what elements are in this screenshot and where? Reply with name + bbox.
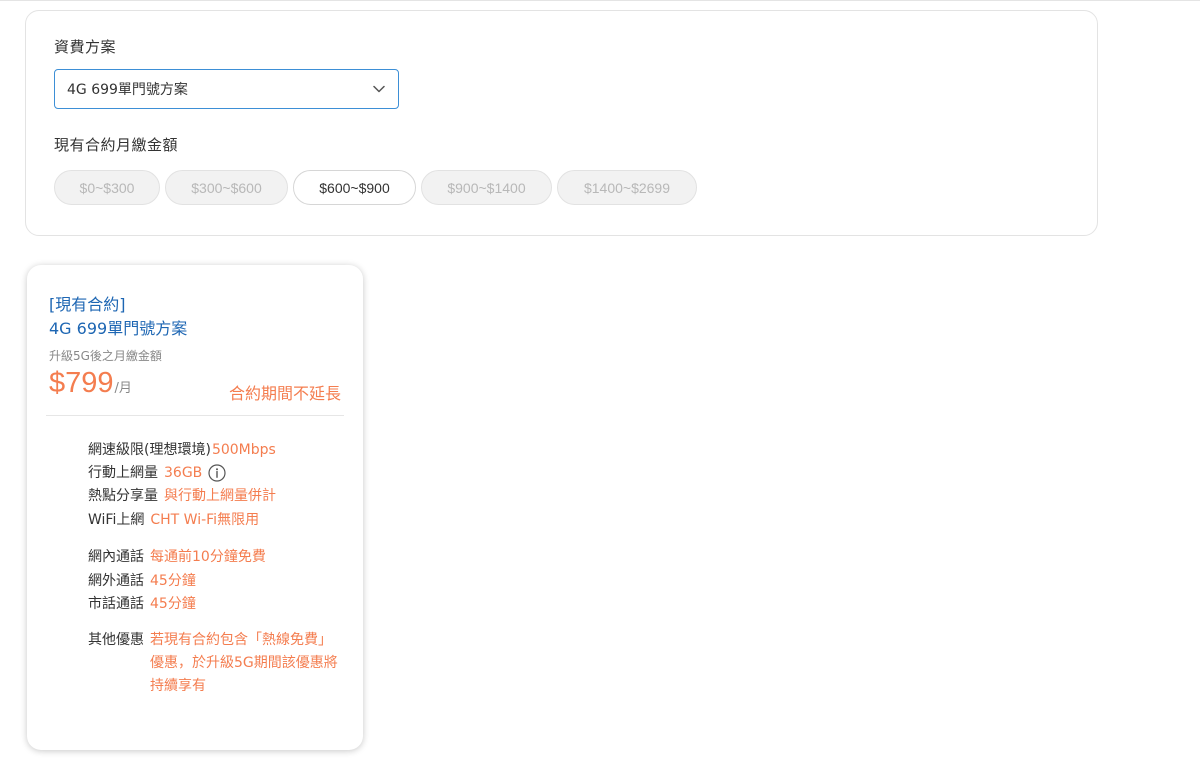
price: $799 /月 [49, 367, 132, 400]
feature-value: 與行動上網量併計 [164, 488, 276, 504]
feature-value: 45分鐘 [150, 596, 196, 612]
feature-label: WiFi上網 [88, 512, 145, 528]
feature-offnet-call: 網外通話 45分鐘 [88, 570, 196, 593]
feature-value: 500Mbps [211, 442, 276, 458]
range-900-1400-button[interactable]: $900~$1400 [421, 170, 552, 205]
price-amount: $799 [49, 367, 114, 399]
plan-select-value: 4G 699單門號方案 [67, 82, 188, 98]
feature-label: 網外通話 [88, 573, 144, 589]
card-plan-name: 4G 699單門號方案 [49, 319, 188, 338]
range-600-900-button[interactable]: $600~$900 [293, 170, 416, 205]
feature-label: 網內通話 [88, 549, 144, 565]
feature-label: 其他優惠 [88, 632, 144, 648]
fee-range-group: $0~$300 $300~$600 $600~$900 $900~$1400 $… [54, 170, 697, 205]
contract-note: 合約期間不延長 [228, 384, 341, 403]
feature-hotspot: 熱點分享量 與行動上網量併計 [88, 485, 276, 508]
feature-value: 每通前10分鐘免費 [150, 549, 266, 565]
feature-speed: 網速級限(理想環境) 500Mbps [88, 439, 276, 462]
feature-value: 45分鐘 [150, 573, 196, 589]
feature-value: 36GB [164, 465, 203, 481]
feature-value: 若現有合約包含「熱線免費」優惠，於升級5G期間該優惠將持續享有 [150, 632, 338, 694]
feature-label: 網速級限(理想環境) [88, 442, 211, 458]
feature-local-call: 市話通話 45分鐘 [88, 593, 196, 616]
feature-label: 熱點分享量 [88, 488, 158, 504]
plan-label: 資費方案 [54, 38, 117, 56]
range-1400-2699-button[interactable]: $1400~$2699 [557, 170, 697, 205]
feature-label: 市話通話 [88, 596, 144, 612]
feature-data: 行動上網量 36GB [88, 462, 226, 485]
chevron-down-icon [372, 82, 386, 96]
feature-other-offer: 其他優惠 若現有合約包含「熱線免費」優惠，於升級5G期間該優惠將持續享有 [88, 629, 338, 698]
filter-panel: 資費方案 4G 699單門號方案 現有合約月繳金額 $0~$300 $300~$… [25, 10, 1098, 236]
card-price-caption: 升級5G後之月繳金額 [49, 349, 162, 363]
feature-value: CHT Wi-Fi無限用 [150, 512, 260, 528]
feature-label: 行動上網量 [88, 465, 158, 481]
monthly-fee-label: 現有合約月繳金額 [54, 136, 179, 154]
plan-select[interactable]: 4G 699單門號方案 [54, 69, 399, 109]
top-divider [0, 0, 1200, 1]
range-300-600-button[interactable]: $300~$600 [165, 170, 288, 205]
card-divider [46, 415, 344, 416]
card-tag: [現有合約] [49, 295, 126, 314]
range-0-300-button[interactable]: $0~$300 [54, 170, 160, 205]
info-icon[interactable] [208, 464, 226, 482]
plan-card: [現有合約] 4G 699單門號方案 升級5G後之月繳金額 $799 /月 合約… [27, 265, 363, 750]
feature-wifi: WiFi上網 CHT Wi-Fi無限用 [88, 509, 259, 532]
price-unit: /月 [114, 381, 132, 396]
feature-onnet-call: 網內通話 每通前10分鐘免費 [88, 546, 266, 569]
